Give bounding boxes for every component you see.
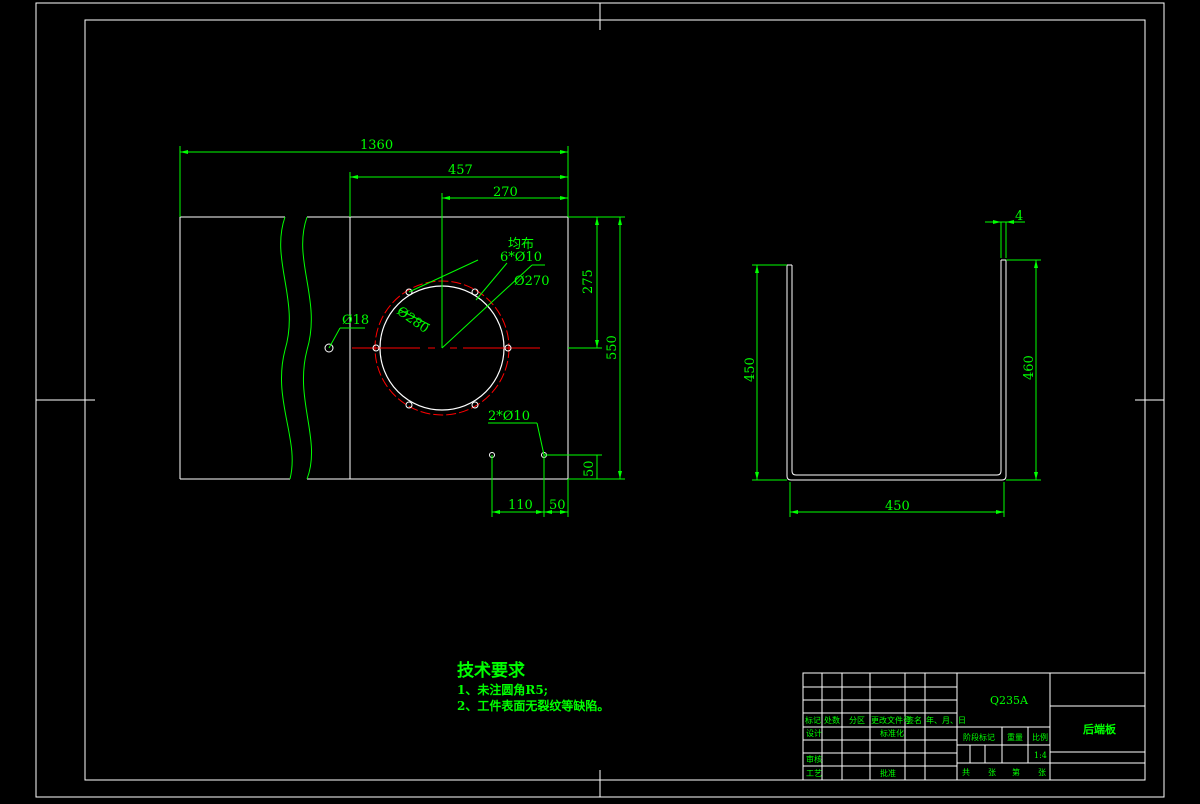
side-dimensions [752, 221, 1041, 517]
dim-460-right: 460 [1022, 355, 1037, 380]
channel-profile [786, 259, 1007, 481]
label-6-holes: 6*Ø10 [500, 250, 542, 265]
tb-sheet-no: 第 [1012, 767, 1020, 777]
dim-270: 270 [493, 185, 518, 200]
break-lines [280, 216, 312, 480]
side-view: 4 450 460 450 [743, 209, 1041, 517]
tb-scale-label: 比例 [1032, 732, 1048, 742]
tb-row-zone: 分区 [849, 716, 865, 725]
sheet-border [35, 2, 1165, 798]
label-dia-280: Ø280 [394, 304, 432, 337]
dim-450-left: 450 [743, 357, 758, 382]
dim-275: 275 [581, 269, 596, 294]
dim-450-bottom: 450 [885, 499, 910, 514]
title-block: Q235A 后端板 标记 处数 分区 更改文件号 签名 年、月、日 设计 标准化… [802, 672, 1146, 781]
tb-design: 设计 [806, 728, 822, 738]
tb-material: Q235A [990, 694, 1029, 707]
cad-drawing: 1360 457 270 均布 6*Ø10 Ø270 Ø280 Ø18 275 … [35, 2, 1165, 798]
tb-row-sign: 签名 [906, 715, 922, 725]
tech-req-item-2: 2、工件表面无裂纹等缺陷。 [457, 698, 609, 713]
cad-drawing-canvas: 1360 457 270 均布 6*Ø10 Ø270 Ø280 Ø18 275 … [0, 0, 1200, 800]
side-arrows [755, 220, 1038, 514]
tb-process: 工艺 [806, 769, 822, 778]
dim-50-bottom: 50 [549, 498, 566, 513]
tb-row-mark: 标记 [805, 715, 821, 725]
tb-standardization: 标准化 [880, 728, 904, 738]
plan-view: 1360 457 270 均布 6*Ø10 Ø270 Ø280 Ø18 275 … [179, 138, 625, 517]
dim-550: 550 [605, 335, 620, 360]
label-dia-270: Ø270 [514, 274, 549, 289]
tb-sheet-total: 共 [962, 768, 970, 777]
tb-stage-mark: 阶段标记 [963, 732, 995, 742]
label-2-holes: 2*Ø10 [488, 409, 530, 424]
tech-req-item-1: 1、未注圆角R5; [457, 682, 548, 697]
dim-thickness-4: 4 [1015, 209, 1023, 224]
tb-scale-value: 1:4 [1034, 751, 1047, 760]
tb-row-count: 处数 [824, 715, 840, 725]
tb-review: 审核 [806, 754, 822, 764]
tb-row-change-doc: 更改文件号 [871, 715, 911, 725]
plan-arrows [180, 150, 622, 514]
dim-1360: 1360 [360, 138, 393, 153]
plan-dimensions [179, 146, 625, 517]
tb-approve: 批准 [880, 768, 896, 778]
dim-110: 110 [508, 498, 533, 513]
technical-requirements: 技术要求 1、未注圆角R5; 2、工件表面无裂纹等缺陷。 [457, 660, 609, 713]
label-dia-18: Ø18 [342, 313, 369, 328]
tb-sheet-unit-1: 张 [988, 768, 996, 777]
tb-sheet-unit-2: 张 [1038, 768, 1046, 777]
tb-weight: 重量 [1007, 732, 1023, 742]
tech-req-title: 技术要求 [457, 660, 525, 681]
dim-457: 457 [448, 163, 473, 178]
tb-row-date: 年、月、日 [926, 715, 966, 725]
tb-part-name: 后端板 [1083, 722, 1117, 736]
dim-50-right: 50 [582, 460, 597, 477]
